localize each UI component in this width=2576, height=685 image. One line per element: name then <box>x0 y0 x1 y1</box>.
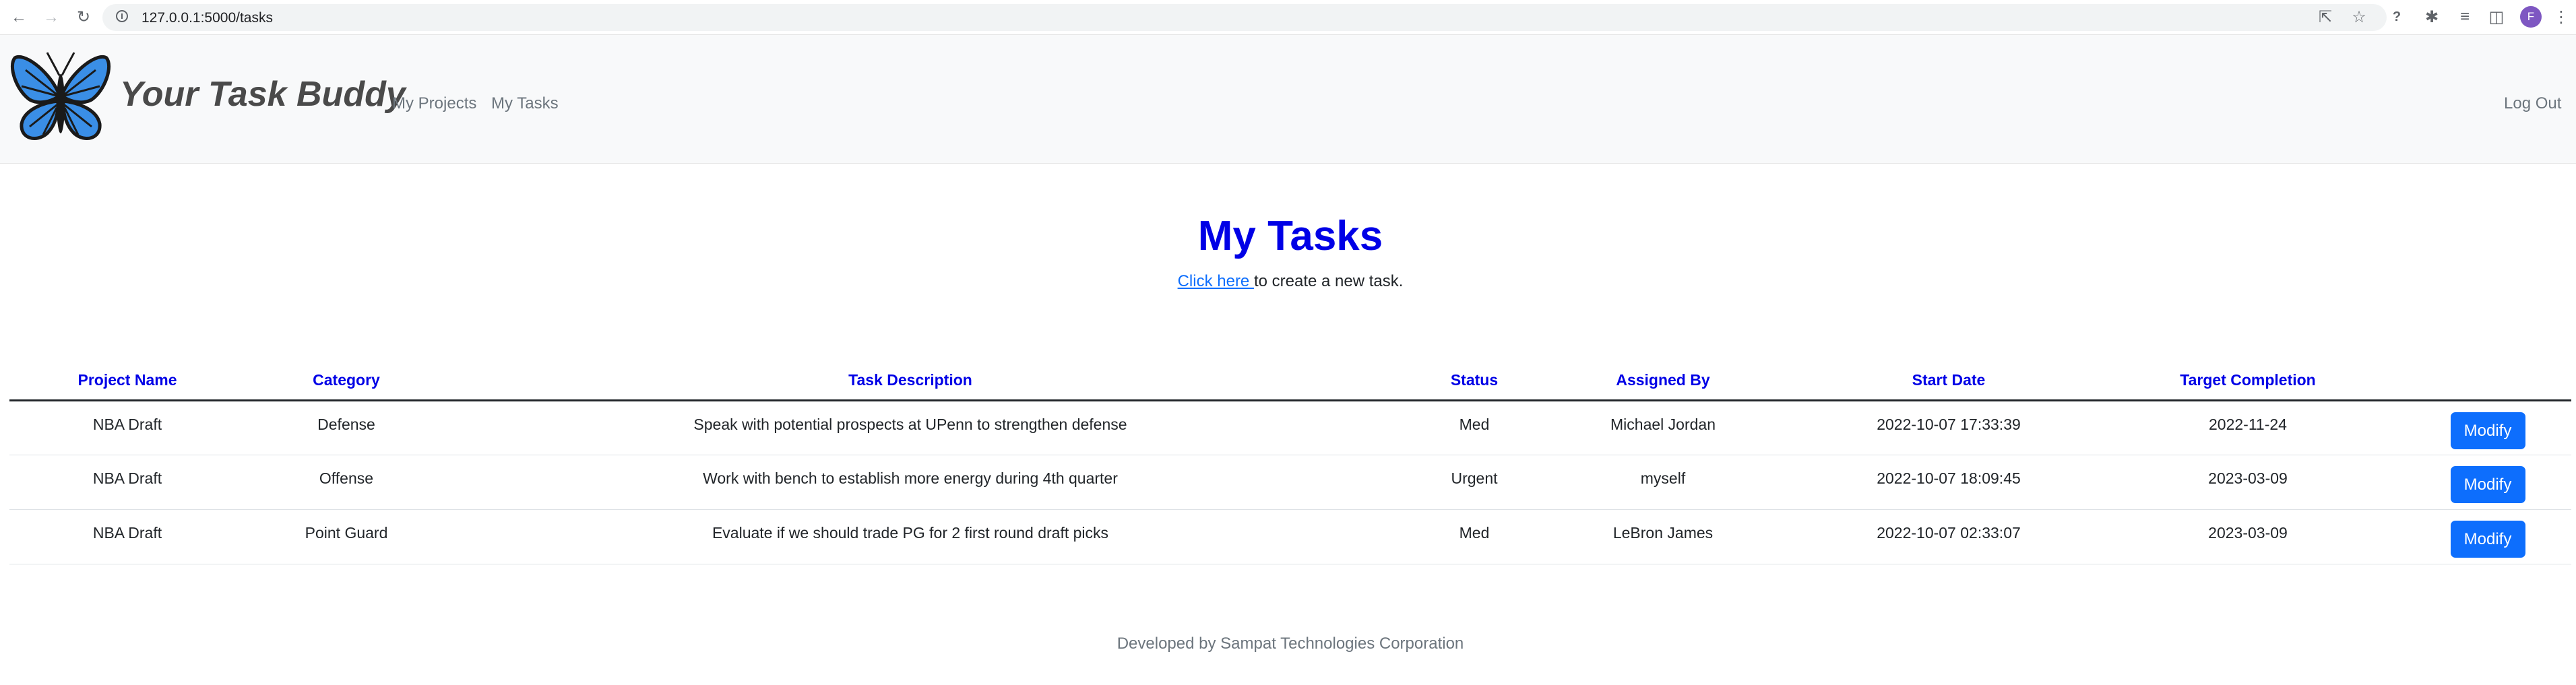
side-panel-icon[interactable]: ◫ <box>2486 7 2507 27</box>
cell-description: Evaluate if we should trade PG for 2 fir… <box>447 509 1373 564</box>
header-assigned-by: Assigned By <box>1575 360 1751 401</box>
cell-project: NBA Draft <box>9 509 245 564</box>
cell-status: Med <box>1373 509 1575 564</box>
nav-link-my-projects[interactable]: My Projects <box>392 94 476 113</box>
cell-target-completion: 2023-03-09 <box>2147 455 2349 510</box>
header-target-completion: Target Completion <box>2147 360 2349 401</box>
create-task-line: Click here to create a new task. <box>0 272 2576 291</box>
reading-list-icon[interactable]: ≡ <box>2455 7 2475 27</box>
modify-button[interactable]: Modify <box>2450 466 2525 503</box>
nav-link-my-tasks[interactable]: My Tasks <box>491 94 559 113</box>
address-bar[interactable]: 127.0.0.1:5000/tasks <box>102 4 2387 31</box>
table-row: NBA Draft Point Guard Evaluate if we sho… <box>9 509 2571 564</box>
profile-avatar[interactable]: F <box>2520 6 2542 28</box>
page-title: My Tasks <box>1197 213 1383 259</box>
cell-start-date: 2022-10-07 17:33:39 <box>1751 400 2147 455</box>
bookmark-star-icon[interactable]: ☆ <box>2349 7 2369 27</box>
back-icon[interactable]: ← <box>8 7 30 28</box>
cell-description: Work with bench to establish more energy… <box>447 455 1373 510</box>
logout-link[interactable]: Log Out <box>2504 94 2561 113</box>
table-row: NBA Draft Offense Work with bench to est… <box>9 455 2571 510</box>
cell-assigned-by: LeBron James <box>1575 509 1751 564</box>
site-info-icon[interactable] <box>116 10 128 22</box>
menu-kebab-icon[interactable]: ⋮ <box>2551 7 2571 27</box>
url-text: 127.0.0.1:5000/tasks <box>142 10 273 26</box>
cell-target-completion: 2022-11-24 <box>2147 400 2349 455</box>
create-task-link[interactable]: Click here <box>1178 272 1254 290</box>
table-row: NBA Draft Defense Speak with potential p… <box>9 400 2571 455</box>
cell-action: Modify <box>2349 400 2571 455</box>
cell-target-completion: 2023-03-09 <box>2147 509 2349 564</box>
create-task-text: to create a new task. <box>1253 272 1404 290</box>
header-task-description: Task Description <box>447 360 1373 401</box>
app-navbar: Your Task Buddy My Projects My Tasks Log… <box>0 35 2576 164</box>
brand-title[interactable]: Your Task Buddy <box>120 74 406 115</box>
cell-category: Defense <box>245 400 447 455</box>
cell-status: Urgent <box>1373 455 1575 510</box>
header-category: Category <box>245 360 447 401</box>
extensions-puzzle-icon[interactable]: ✱ <box>2422 7 2442 27</box>
cell-assigned-by: myself <box>1575 455 1751 510</box>
modify-button[interactable]: Modify <box>2450 412 2525 449</box>
cell-project: NBA Draft <box>9 400 245 455</box>
butterfly-logo-icon[interactable] <box>9 51 112 147</box>
header-status: Status <box>1373 360 1575 401</box>
cell-start-date: 2022-10-07 02:33:07 <box>1751 509 2147 564</box>
cell-action: Modify <box>2349 509 2571 564</box>
cell-action: Modify <box>2349 455 2571 510</box>
cell-category: Offense <box>245 455 447 510</box>
extension-help-icon[interactable]: ? <box>2387 7 2407 27</box>
cell-assigned-by: Michael Jordan <box>1575 400 1751 455</box>
share-icon[interactable]: ⇱ <box>2315 7 2335 27</box>
cell-category: Point Guard <box>245 509 447 564</box>
modify-button[interactable]: Modify <box>2450 521 2525 558</box>
reload-icon[interactable]: ↻ <box>73 7 94 28</box>
tasks-table: Project Name Category Task Description S… <box>9 360 2571 564</box>
footer-text: Developed by Sampat Technologies Corpora… <box>1117 634 1464 653</box>
cell-description: Speak with potential prospects at UPenn … <box>447 400 1373 455</box>
table-header-row: Project Name Category Task Description S… <box>9 360 2571 401</box>
browser-toolbar: ← → ↻ 127.0.0.1:5000/tasks ⇱ ☆ ? ✱ ≡ ◫ F… <box>0 0 2576 35</box>
cell-start-date: 2022-10-07 18:09:45 <box>1751 455 2147 510</box>
header-start-date: Start Date <box>1751 360 2147 401</box>
header-project-name: Project Name <box>9 360 245 401</box>
forward-icon[interactable]: → <box>40 7 62 28</box>
cell-project: NBA Draft <box>9 455 245 510</box>
header-actions <box>2349 360 2571 401</box>
cell-status: Med <box>1373 400 1575 455</box>
